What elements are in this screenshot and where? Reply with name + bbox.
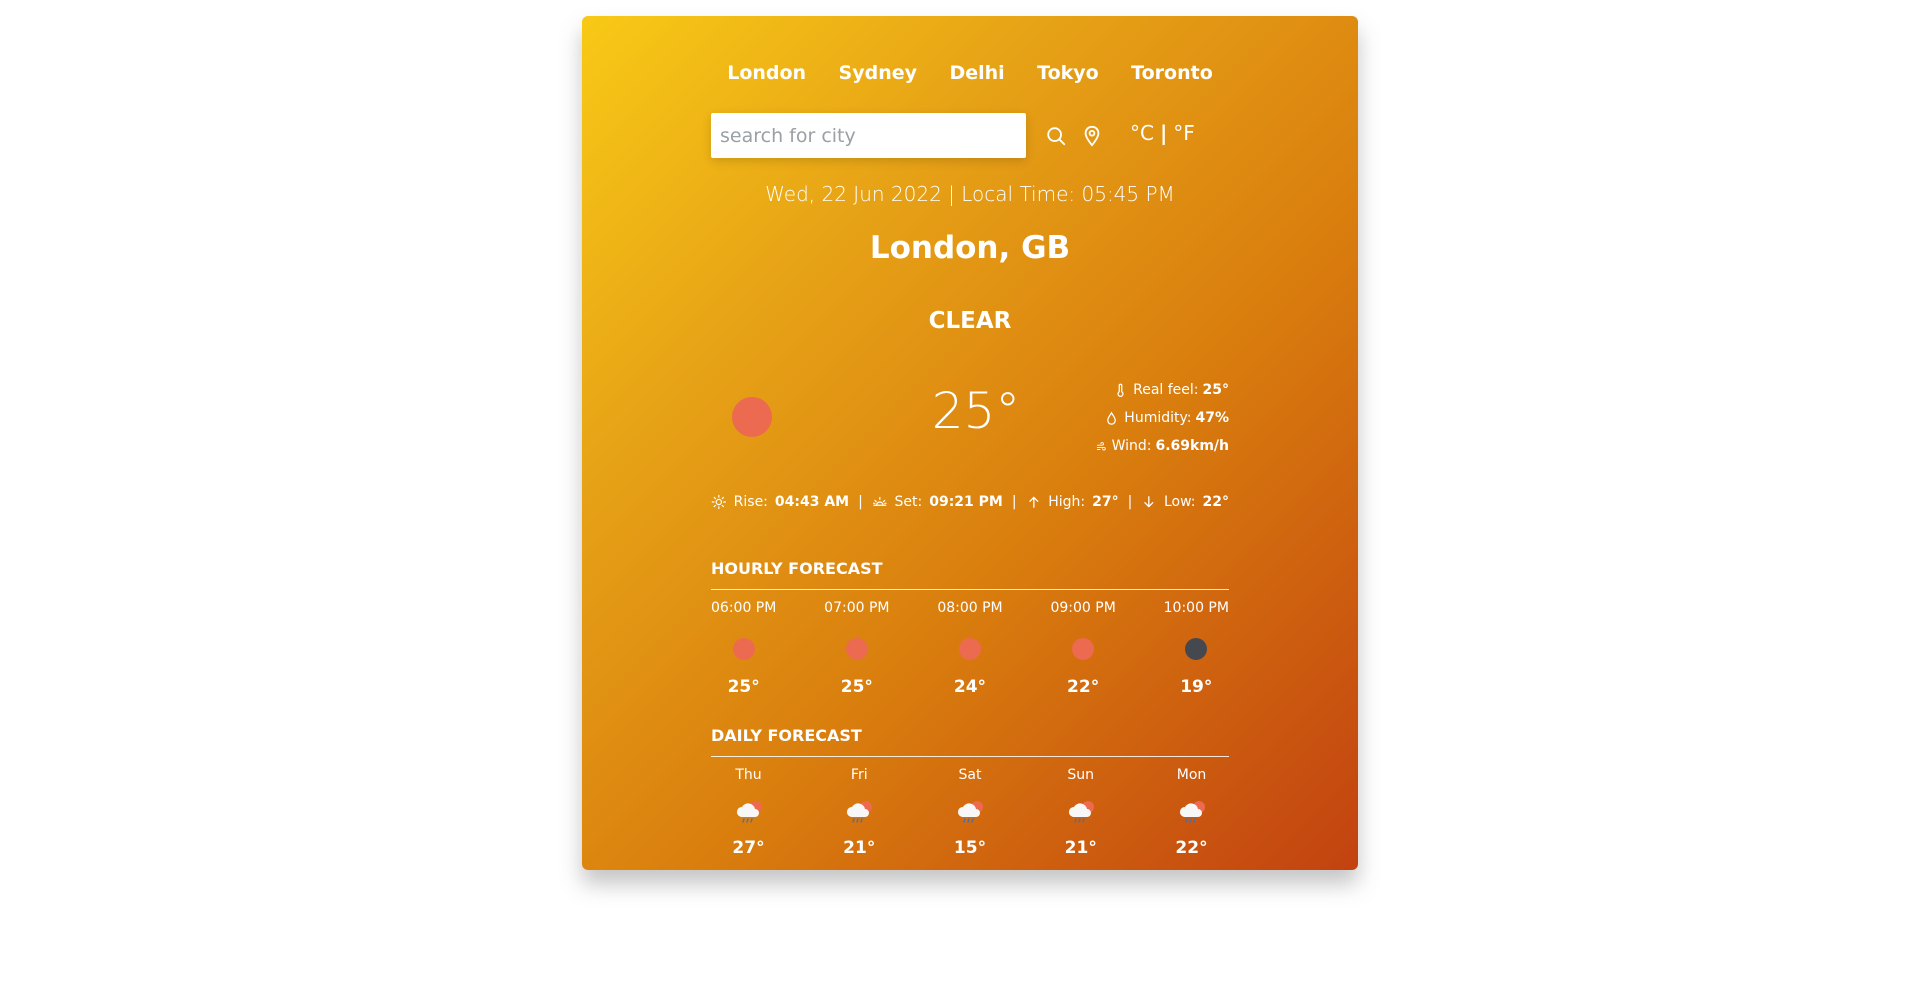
hourly-temp: 25° xyxy=(727,677,760,697)
daily-day: Sun xyxy=(1067,767,1095,783)
daily-temp: 27° xyxy=(732,838,765,858)
daily-temp: 21° xyxy=(1064,838,1097,858)
hourly-time: 06:00 PM xyxy=(711,600,777,616)
rain-cloud-icon xyxy=(958,801,983,823)
sun-icon xyxy=(1072,638,1095,660)
real-feel-row: Real feel: 25° xyxy=(1096,376,1229,404)
wind-row: Wind: 6.69km/h xyxy=(1096,432,1229,460)
hourly-item: 08:00 PM 24° xyxy=(937,600,1002,697)
sun-separator: | xyxy=(1127,494,1133,510)
arrow-down-icon xyxy=(1144,496,1154,508)
city-link-tokyo[interactable]: Tokyo xyxy=(1037,62,1099,84)
sun-separator: | xyxy=(1011,494,1017,510)
humidity-value: 47% xyxy=(1195,410,1229,426)
humidity-label: Humidity: xyxy=(1124,410,1192,426)
hourly-item: 10:00 PM 19° xyxy=(1164,600,1229,697)
sunset-icon xyxy=(872,496,887,506)
sun-separator: | xyxy=(858,494,863,510)
daily-item: Sun 21° xyxy=(1043,767,1118,858)
sunset-value: 09:21 PM xyxy=(929,494,1003,510)
wind-value: 6.69km/h xyxy=(1155,438,1229,454)
hourly-divider xyxy=(711,589,1229,590)
real-feel-label: Real feel: xyxy=(1133,382,1199,398)
humidity-row: Humidity: 47% xyxy=(1096,404,1229,432)
sunrise-icon xyxy=(711,494,726,510)
city-link-toronto[interactable]: Toronto xyxy=(1131,62,1213,84)
weather-details: Real feel: 25° Humidity: 47% Wind: 6.69k… xyxy=(1096,376,1229,460)
unit-toggle: °C | °F xyxy=(1130,121,1195,145)
hourly-time: 07:00 PM xyxy=(824,600,890,616)
city-nav: London Sydney Delhi Tokyo Toronto xyxy=(711,62,1229,84)
hourly-item: 06:00 PM 25° xyxy=(711,600,776,697)
hourly-temp: 22° xyxy=(1067,677,1100,697)
weather-card: London Sydney Delhi Tokyo Toronto °C|°F … xyxy=(582,16,1358,870)
hourly-item: 09:00 PM 22° xyxy=(1050,600,1115,697)
hourly-temp: 25° xyxy=(840,677,873,697)
daily-day: Mon xyxy=(1176,767,1207,783)
daily-forecast-title: DAILY FORECAST xyxy=(711,726,862,745)
hourly-time: 09:00 PM xyxy=(1050,600,1116,616)
sun-info-row: Rise: 04:43 AM | Set: 09:21 PM | High: 2… xyxy=(711,492,1229,512)
hourly-time: 10:00 PM xyxy=(1163,600,1229,616)
daily-item: Mon 22° xyxy=(1154,767,1229,858)
daily-day: Thu xyxy=(735,767,762,783)
city-link-london[interactable]: London xyxy=(727,62,806,84)
hourly-temp: 19° xyxy=(1180,677,1213,697)
search-icon[interactable] xyxy=(1045,125,1067,147)
sunset-label: Set: xyxy=(894,494,923,510)
hourly-time: 08:00 PM xyxy=(937,600,1003,616)
daily-item: Sat 15° xyxy=(933,767,1008,858)
celsius-button[interactable]: °C xyxy=(1130,121,1154,145)
daily-temp: 15° xyxy=(953,838,987,858)
sun-icon xyxy=(845,638,868,660)
low-value: 22° xyxy=(1202,494,1230,510)
city-link-delhi[interactable]: Delhi xyxy=(949,62,1004,84)
low-label: Low: xyxy=(1164,494,1196,510)
daily-forecast-list: Thu 27° Fri 21° Sat 15° Sun 21° Mon 22° xyxy=(711,767,1229,858)
sunrise-value: 04:43 AM xyxy=(774,494,850,510)
hourly-temp: 24° xyxy=(953,677,987,697)
moon-icon xyxy=(1185,638,1208,660)
sun-icon xyxy=(732,638,755,660)
hourly-item: 07:00 PM 25° xyxy=(824,600,889,697)
city-link-sydney[interactable]: Sydney xyxy=(839,62,917,84)
unit-separator: | xyxy=(1159,121,1168,145)
rain-cloud-icon xyxy=(1068,801,1094,823)
rain-cloud-icon xyxy=(847,801,873,823)
high-label: High: xyxy=(1048,494,1086,510)
daily-temp: 21° xyxy=(843,838,876,858)
rain-cloud-icon xyxy=(1179,801,1205,823)
daily-day: Fri xyxy=(850,767,868,783)
sunrise-label: Rise: xyxy=(733,494,768,510)
arrow-up-icon xyxy=(1028,496,1038,508)
daily-temp: 22° xyxy=(1175,838,1208,858)
daily-item: Thu 27° xyxy=(711,767,786,858)
wind-icon xyxy=(1096,441,1106,450)
sun-icon xyxy=(958,638,981,660)
sun-icon xyxy=(732,397,772,437)
thermometer-icon xyxy=(1117,383,1124,397)
daily-day: Sat xyxy=(958,767,982,783)
search-input[interactable] xyxy=(711,113,1026,158)
local-date-time: Wed, 22 Jun 2022 | Local Time: 05:45 PM xyxy=(765,182,1175,206)
search-row: °C|°F xyxy=(711,113,1229,158)
daily-divider xyxy=(711,756,1229,757)
high-value: 27° xyxy=(1092,494,1119,510)
droplet-icon xyxy=(1107,411,1117,425)
daily-item: Fri 21° xyxy=(822,767,897,858)
hourly-forecast-list: 06:00 PM 25° 07:00 PM 25° 08:00 PM 24° 0… xyxy=(711,600,1229,697)
wind-label: Wind: xyxy=(1111,438,1152,454)
location-title: London, GB xyxy=(869,230,1071,266)
hourly-forecast-title: HOURLY FORECAST xyxy=(711,559,883,578)
weather-condition: CLEAR xyxy=(928,308,1012,334)
location-pin-icon[interactable] xyxy=(1081,125,1103,147)
rain-cloud-icon xyxy=(736,801,762,823)
current-temperature: 25° xyxy=(931,382,1021,440)
fahrenheit-button[interactable]: °F xyxy=(1173,121,1195,145)
real-feel-value: 25° xyxy=(1202,382,1229,398)
